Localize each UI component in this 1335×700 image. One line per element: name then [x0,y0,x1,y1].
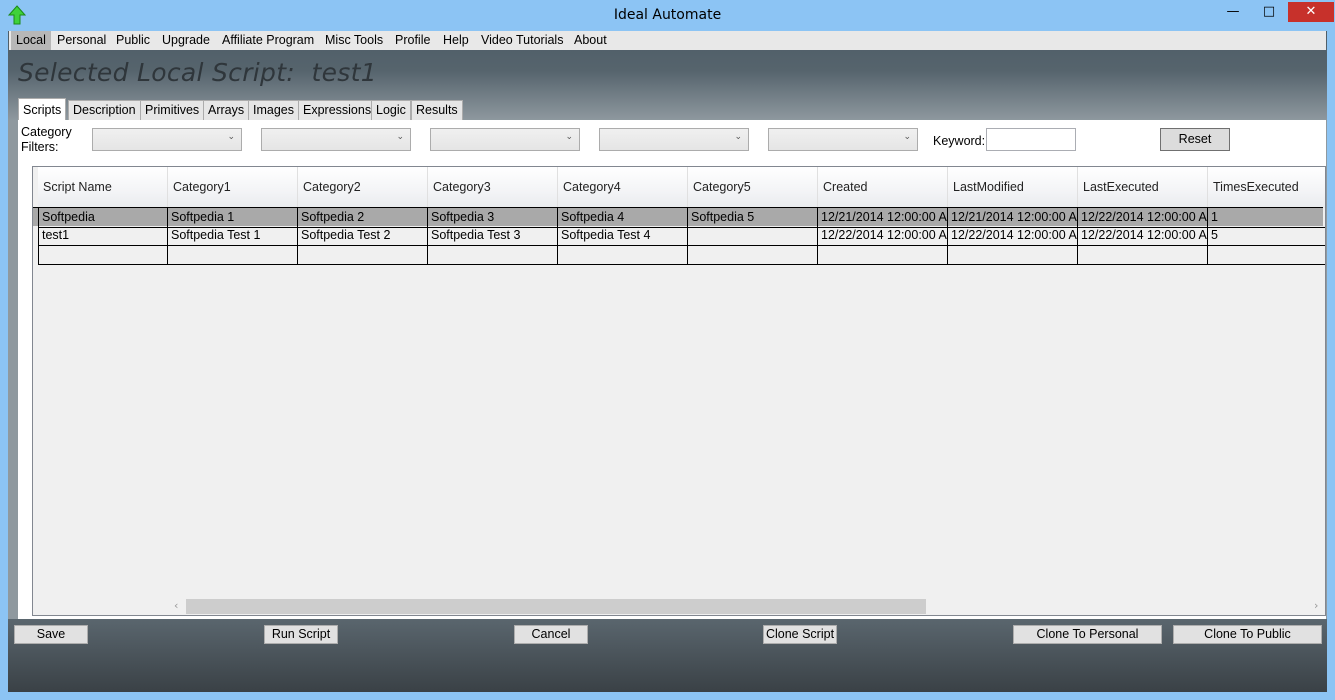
table-cell[interactable]: 5 [1208,226,1325,246]
save-button[interactable]: Save [14,625,88,644]
table-cell[interactable]: Softpedia 1 [168,208,298,228]
category2-filter[interactable]: ⌄ [261,128,411,151]
tab-arrays[interactable]: Arrays [203,100,250,121]
table-cell[interactable]: 12/22/2014 12:00:00 AM [818,226,948,246]
tab-primitives[interactable]: Primitives [140,100,205,121]
clone-to-personal-button[interactable]: Clone To Personal [1013,625,1162,644]
table-cell[interactable]: 1 [1208,208,1325,228]
table-cell[interactable]: Softpedia 4 [558,208,688,228]
column-header[interactable]: Category4 [558,167,688,208]
category1-filter[interactable]: ⌄ [92,128,242,151]
scrollbar-thumb[interactable] [186,599,926,614]
clone-to-public-button[interactable]: Clone To Public [1173,625,1322,644]
tab-images[interactable]: Images [248,100,299,121]
menu-personal[interactable]: Personal [52,31,111,50]
tab-logic[interactable]: Logic [371,100,411,121]
minimize-button[interactable]: — [1220,2,1246,22]
chevron-down-icon: ⌄ [734,132,742,142]
table-cell[interactable]: Softpedia 2 [298,208,428,228]
category-filters-label: Category Filters: [21,125,72,154]
category3-filter[interactable]: ⌄ [430,128,580,151]
table-row[interactable]: Softpedia Softpedia 1 Softpedia 2 Softpedia… [33,207,1325,228]
maximize-button[interactable]: □ [1256,2,1282,22]
scroll-right-icon[interactable]: › [1314,599,1318,612]
column-header[interactable]: Script Name [38,167,168,208]
column-header[interactable]: Created [818,167,948,208]
table-cell[interactable] [688,245,818,265]
menu-local[interactable]: Local [11,31,51,50]
menu-bar: Local Personal Public Upgrade Affiliate … [9,31,1326,50]
table-cell[interactable]: Softpedia Test 2 [298,226,428,246]
menu-help[interactable]: Help [438,31,474,50]
table-cell[interactable]: Softpedia Test 1 [168,226,298,246]
scripts-grid: Script Name Category1 Category2 Category3 Ca… [32,166,1326,616]
cancel-button[interactable]: Cancel [514,625,588,644]
table-row[interactable] [33,245,1325,265]
clone-script-button[interactable]: Clone Script [763,625,837,644]
table-cell[interactable] [298,245,428,265]
table-row[interactable]: test1 Softpedia Test 1 Softpedia Test 2 Sof… [33,226,1325,246]
table-cell[interactable]: Softpedia 5 [688,208,818,228]
reset-button[interactable]: Reset [1160,128,1230,151]
tab-expressions[interactable]: Expressions [298,100,377,121]
chevron-down-icon: ⌄ [565,132,573,142]
tab-scripts[interactable]: Scripts [18,98,67,121]
table-cell[interactable] [428,245,558,265]
column-header[interactable]: Category2 [298,167,428,208]
table-cell[interactable] [818,245,948,265]
menu-about[interactable]: About [569,31,612,50]
table-cell[interactable] [688,226,818,246]
category5-filter[interactable]: ⌄ [768,128,918,151]
menu-misc-tools[interactable]: Misc Tools [320,31,388,50]
menu-upgrade[interactable]: Upgrade [157,31,215,50]
horizontal-scrollbar[interactable]: ‹ › [34,598,1325,615]
chevron-down-icon: ⌄ [396,132,404,142]
table-cell[interactable]: Softpedia [38,208,168,228]
table-cell[interactable]: 12/22/2014 12:00:00 AM [1078,226,1208,246]
menu-public[interactable]: Public [111,31,155,50]
keyword-input[interactable] [986,128,1076,151]
run-script-button[interactable]: Run Script [264,625,338,644]
column-header[interactable]: TimesExecuted [1208,167,1325,208]
close-button[interactable]: ✕ [1288,2,1334,22]
keyword-label: Keyword: [933,134,986,148]
table-cell[interactable] [168,245,298,265]
table-cell[interactable] [1078,245,1208,265]
table-cell[interactable] [948,245,1078,265]
column-header[interactable]: Category1 [168,167,298,208]
table-cell[interactable]: Softpedia 3 [428,208,558,228]
table-cell[interactable]: Softpedia Test 3 [428,226,558,246]
selected-script-heading: Selected Local Script: test1 [18,58,377,87]
chevron-down-icon: ⌄ [903,132,911,142]
chevron-down-icon: ⌄ [227,132,235,142]
tab-results[interactable]: Results [411,100,463,121]
tab-description[interactable]: Description [68,100,141,121]
table-cell[interactable]: 12/22/2014 12:00:00 AM [1078,208,1208,228]
menu-profile[interactable]: Profile [390,31,435,50]
menu-affiliate-program[interactable]: Affiliate Program [217,31,319,50]
table-cell[interactable] [558,245,688,265]
table-cell[interactable]: test1 [38,226,168,246]
column-header[interactable]: LastExecuted [1078,167,1208,208]
column-header[interactable]: Category5 [688,167,818,208]
window-title: Ideal Automate [613,7,722,23]
category4-filter[interactable]: ⌄ [599,128,749,151]
scroll-left-icon[interactable]: ‹ [174,599,178,612]
menu-video-tutorials[interactable]: Video Tutorials [476,31,568,50]
table-cell[interactable]: 12/21/2014 12:00:00 AM [818,208,948,228]
table-cell[interactable] [38,245,168,265]
table-cell[interactable] [1208,245,1325,265]
table-cell[interactable]: 12/22/2014 12:00:00 AM [948,226,1078,246]
column-header[interactable]: LastModified [948,167,1078,208]
table-cell[interactable]: Softpedia Test 4 [558,226,688,246]
column-header[interactable]: Category3 [428,167,558,208]
table-cell[interactable]: 12/21/2014 12:00:00 AM [948,208,1078,228]
